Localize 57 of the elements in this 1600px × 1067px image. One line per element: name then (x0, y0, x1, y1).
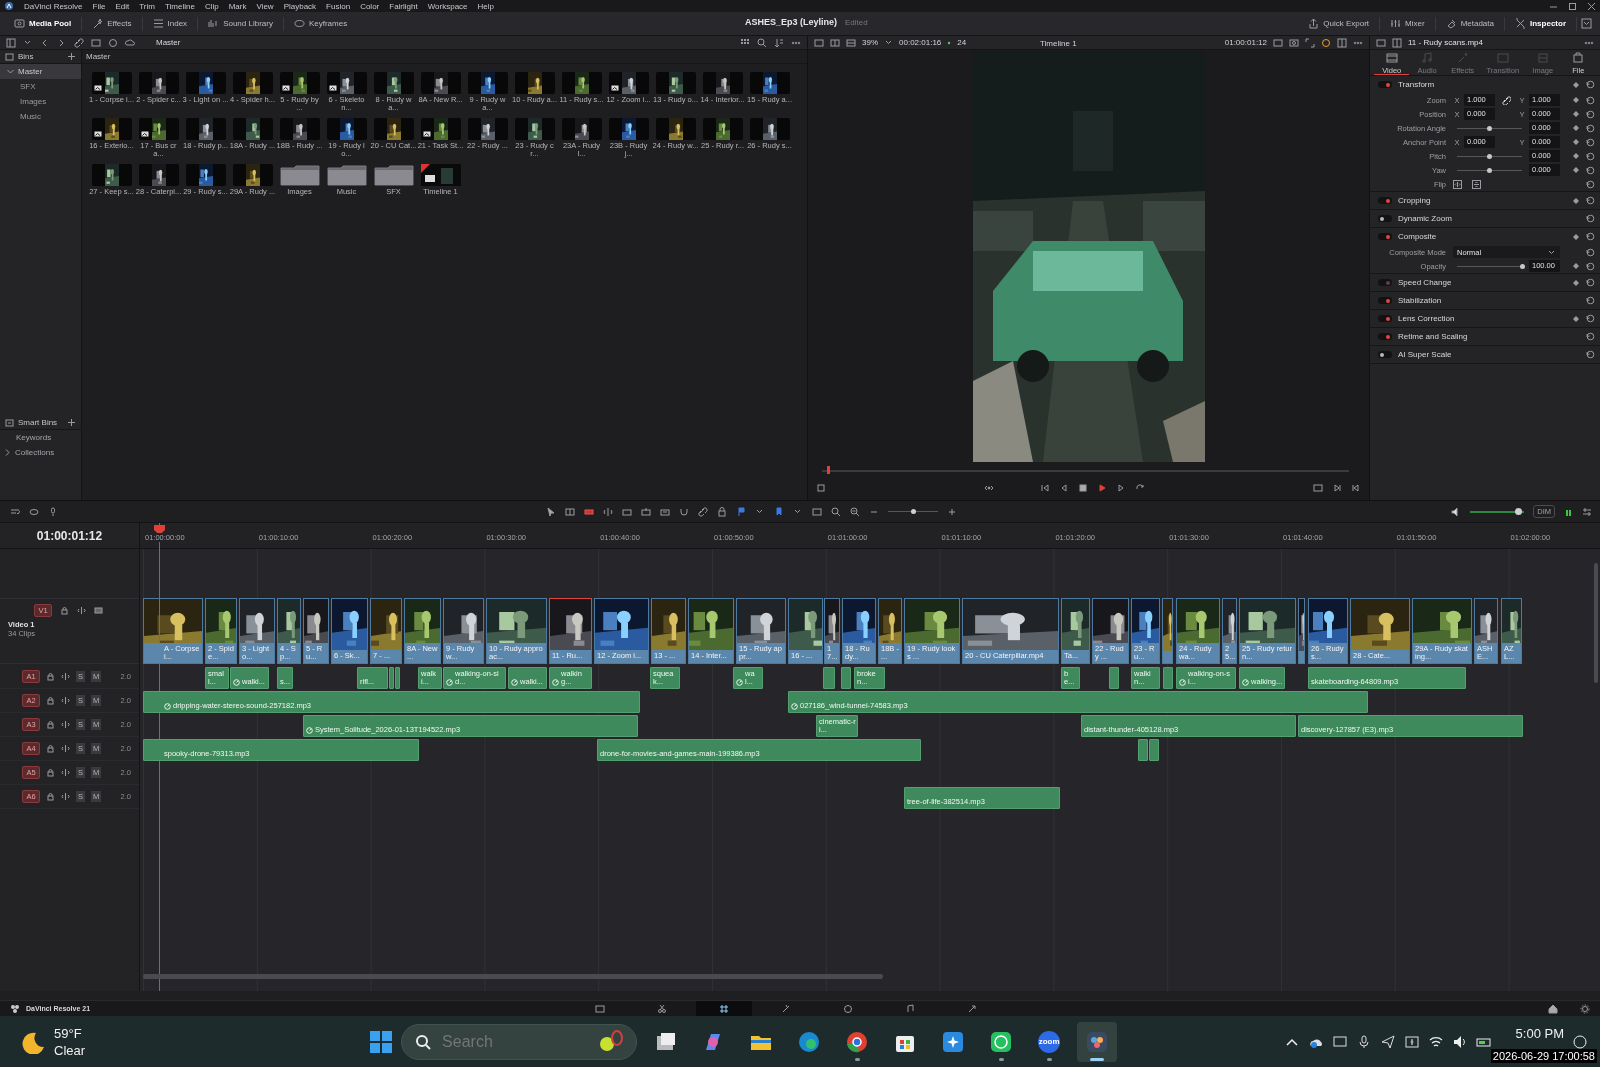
section-title[interactable]: Dynamic Zoom (1398, 214, 1452, 223)
toolbar-button[interactable]: Quick Export (1302, 15, 1376, 32)
recording-timestamp: 2026-06-29 17:00:58 (1490, 1049, 1597, 1063)
section-title[interactable]: Speed Change (1398, 278, 1452, 287)
zoom-dropdown[interactable]: 39% (862, 38, 878, 47)
duration: 00:02:01:16 (899, 38, 942, 47)
section-title[interactable]: Composite (1398, 232, 1437, 241)
menu-item[interactable]: Help (477, 1, 495, 11)
toolbar-button[interactable]: Mixer (1384, 15, 1431, 32)
menu-item[interactable]: Edit (115, 1, 130, 11)
frame-rate: 24 (957, 38, 967, 47)
section-title[interactable]: Stabilization (1398, 296, 1442, 305)
project-status: Edited (845, 17, 868, 27)
clip-name: 11 - Rudy scans.mp4 (1408, 38, 1483, 47)
section-title[interactable]: Transform (1398, 80, 1435, 89)
toolbar-button[interactable]: Sound Library (202, 15, 279, 32)
menu-item[interactable]: View (256, 1, 274, 11)
menu-item[interactable]: File (92, 1, 106, 11)
panel-title: Bins (18, 52, 34, 61)
toolbar-button[interactable]: Index (146, 15, 194, 32)
app-menu[interactable]: DaVinci Resolve (24, 1, 83, 11)
panel-title: Master (86, 52, 111, 61)
menu-item[interactable]: Fusion (326, 1, 351, 11)
toolbar-button[interactable]: Keyframes (287, 15, 354, 32)
toolbar-button[interactable]: Media Pool (8, 15, 78, 32)
bin-item[interactable]: SFX (0, 79, 81, 94)
timecode: 01:00:01:12 (36, 528, 103, 543)
section-title[interactable]: Lens Correction (1398, 314, 1455, 323)
bin-item[interactable]: Music (0, 109, 81, 124)
temperature: 59°F (54, 1024, 83, 1042)
menu-item[interactable]: Color (360, 1, 380, 11)
menu-item[interactable]: Fairlight (389, 1, 418, 11)
bin-item[interactable]: Keywords (0, 430, 81, 445)
bin-item[interactable]: Master (0, 64, 81, 79)
search-field[interactable]: Search (401, 1023, 638, 1060)
menu-item[interactable]: Timeline (164, 1, 195, 11)
bin-item[interactable]: Collections (0, 445, 81, 460)
section-title[interactable]: Cropping (1398, 196, 1431, 205)
toolbar-button[interactable]: Effects (86, 15, 138, 32)
weather-text: Clear (54, 1041, 86, 1059)
menu-item[interactable]: Playback (283, 1, 317, 11)
section-title[interactable]: AI Super Scale (1398, 350, 1452, 359)
menu-item[interactable]: Workspace (427, 1, 468, 11)
bin-item[interactable]: Images (0, 94, 81, 109)
toolbar-button[interactable]: Inspector (1509, 15, 1572, 32)
toolbar-button[interactable]: Metadata (1439, 15, 1500, 32)
taskbar-app[interactable]: zoom (1029, 1021, 1070, 1062)
section-title[interactable]: Retime and Scaling (1398, 332, 1468, 341)
menu-item[interactable]: Clip (204, 1, 219, 11)
panel-title: Smart Bins (18, 418, 58, 427)
timecode: 01:00:01:12 (1224, 38, 1267, 47)
timeline-name[interactable]: Timeline 1 (1040, 39, 1077, 48)
breadcrumb[interactable]: Master (156, 38, 181, 47)
menu-item[interactable]: Trim (139, 1, 155, 11)
clock-time: 5:00 PM (1515, 1025, 1564, 1041)
project-title: ASHES_Ep3 (Leyline) (745, 17, 838, 27)
menu-item[interactable]: Mark (228, 1, 247, 11)
